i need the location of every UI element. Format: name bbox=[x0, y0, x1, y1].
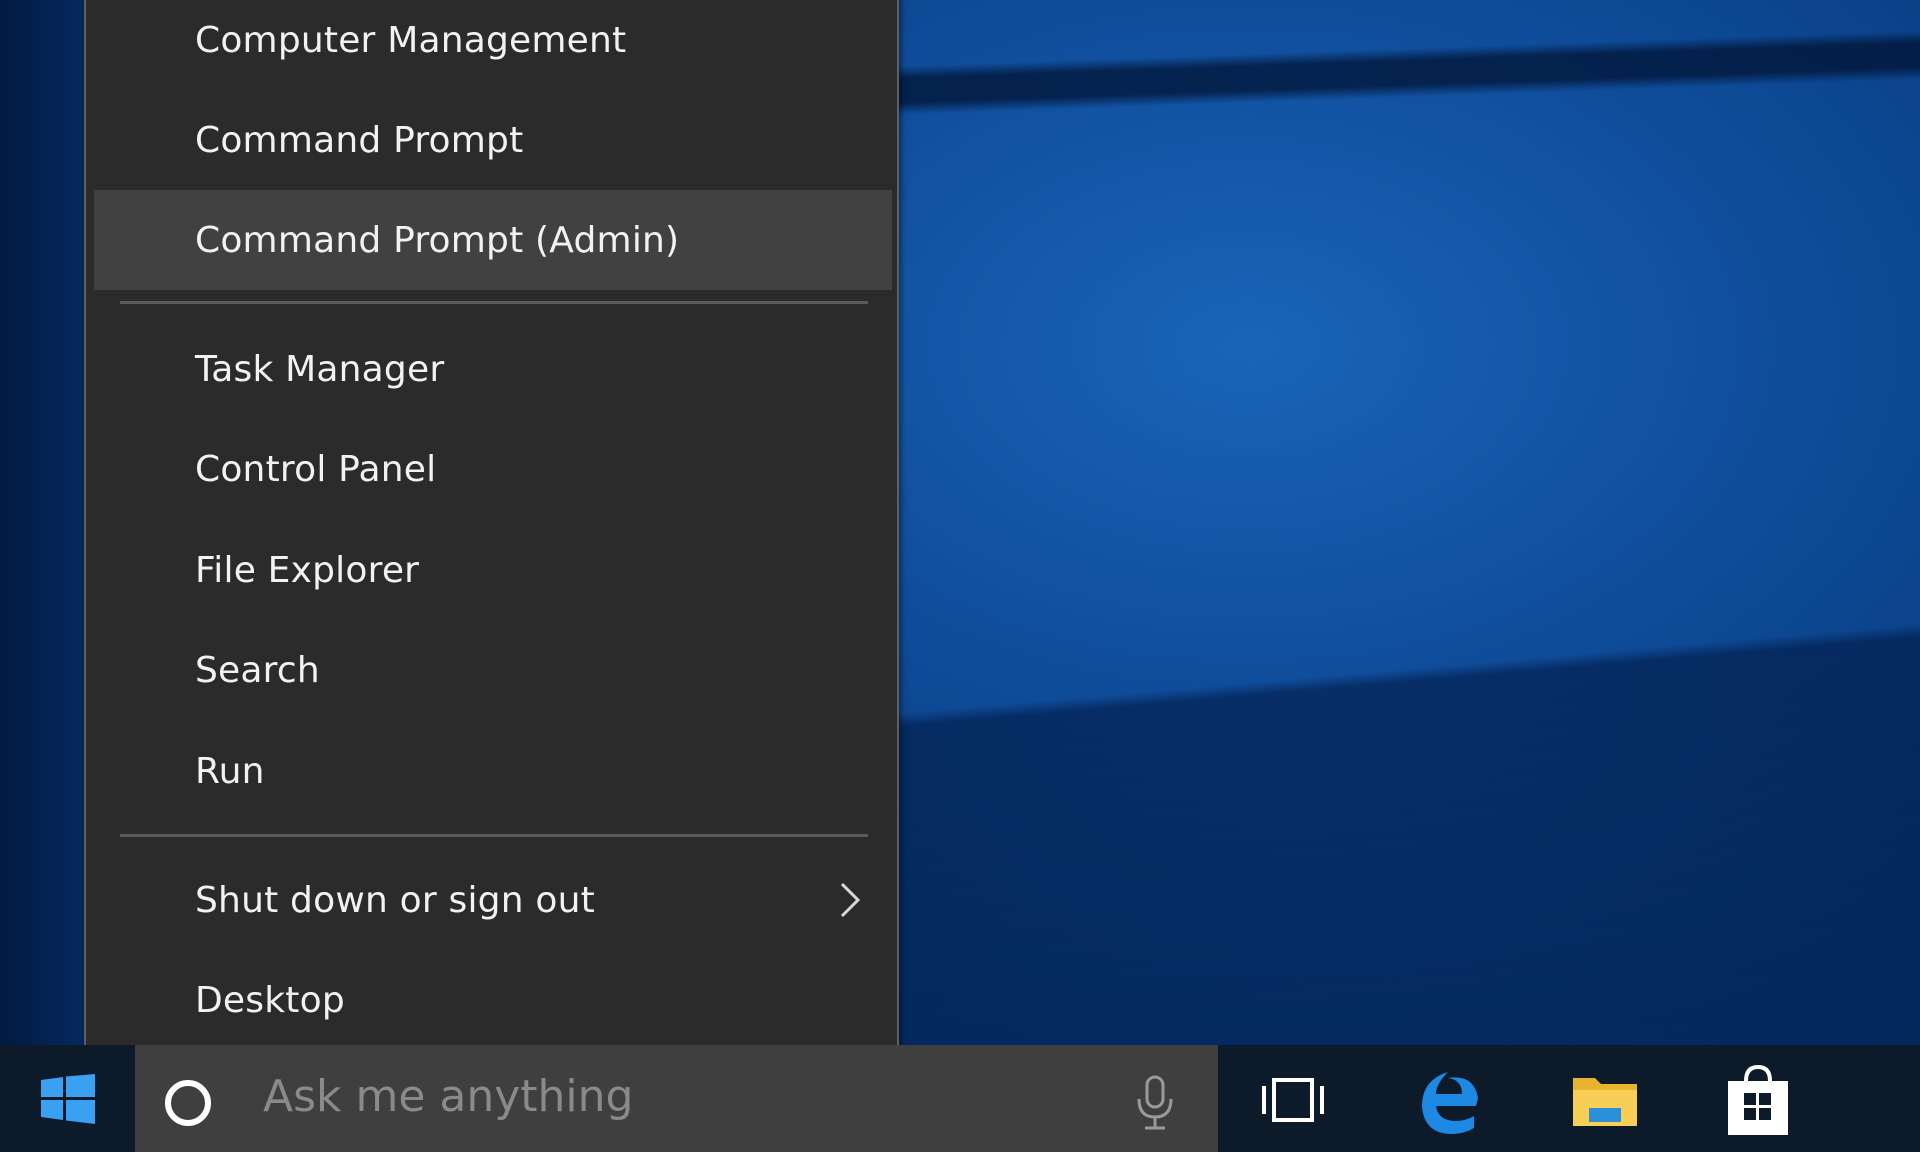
menu-item-label: Desktop bbox=[195, 979, 345, 1021]
menu-item-label: Control Panel bbox=[195, 448, 437, 490]
menu-separator bbox=[120, 834, 868, 837]
task-view-glyph bbox=[1262, 1078, 1324, 1122]
menu-item-label: Task Manager bbox=[195, 348, 445, 390]
search-placeholder: Ask me anything bbox=[263, 1071, 634, 1122]
menu-item-label: Command Prompt bbox=[195, 119, 524, 161]
edge-icon[interactable] bbox=[1410, 1063, 1490, 1137]
menu-item-label: Computer Management bbox=[195, 19, 627, 61]
menu-item-desktop[interactable]: Desktop bbox=[94, 950, 892, 1050]
chevron-right-icon bbox=[840, 882, 861, 918]
menu-item-control-panel[interactable]: Control Panel bbox=[94, 419, 892, 519]
menu-item-run[interactable]: Run bbox=[94, 721, 892, 821]
menu-item-label: File Explorer bbox=[195, 549, 420, 591]
file-explorer-icon[interactable] bbox=[1565, 1063, 1645, 1137]
task-view-icon[interactable] bbox=[1253, 1063, 1333, 1137]
search-box[interactable]: Ask me anything bbox=[135, 1045, 1218, 1152]
edge-glyph bbox=[1422, 1072, 1478, 1134]
menu-item-label: Search bbox=[195, 649, 320, 691]
store-icon[interactable] bbox=[1718, 1063, 1798, 1137]
power-user-menu: Computer Management Command Prompt Comma… bbox=[84, 0, 899, 1080]
taskbar: Ask me anything bbox=[0, 1045, 1920, 1152]
menu-item-task-manager[interactable]: Task Manager bbox=[94, 319, 892, 419]
start-button[interactable] bbox=[0, 1045, 135, 1152]
menu-item-file-explorer[interactable]: File Explorer bbox=[94, 520, 892, 620]
store-glyph bbox=[1728, 1064, 1788, 1135]
menu-item-label: Run bbox=[195, 750, 265, 792]
menu-item-command-prompt-admin[interactable]: Command Prompt (Admin) bbox=[94, 190, 892, 290]
cortana-ring-icon[interactable] bbox=[165, 1080, 211, 1126]
menu-item-computer-management[interactable]: Computer Management bbox=[94, 0, 892, 90]
menu-item-search[interactable]: Search bbox=[94, 620, 892, 720]
windows-logo-icon bbox=[40, 1073, 95, 1124]
folder-glyph bbox=[1573, 1078, 1637, 1126]
menu-item-label: Command Prompt (Admin) bbox=[195, 219, 680, 261]
menu-separator bbox=[120, 301, 868, 304]
microphone-icon[interactable] bbox=[1130, 1075, 1180, 1131]
menu-item-command-prompt[interactable]: Command Prompt bbox=[94, 90, 892, 190]
menu-item-shut-down-or-sign-out[interactable]: Shut down or sign out bbox=[94, 850, 892, 950]
menu-item-label: Shut down or sign out bbox=[195, 879, 595, 921]
